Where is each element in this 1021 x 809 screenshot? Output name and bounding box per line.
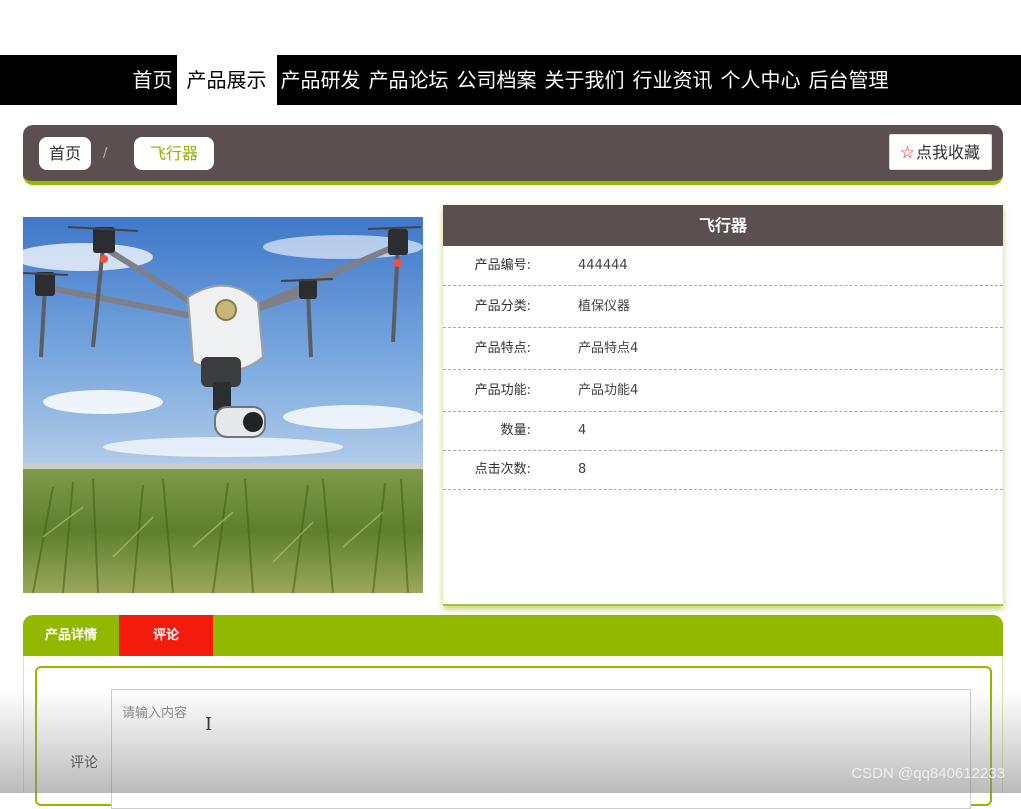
tab-comments[interactable]: 评论 (119, 615, 213, 656)
nav-item-product-forum[interactable]: 产品论坛 (365, 55, 453, 105)
comment-label: 评论 (70, 755, 98, 771)
field-value: 产品功能4 (578, 383, 639, 398)
nav-item-company-profile[interactable]: 公司档案 (453, 55, 541, 105)
breadcrumb-current: 飞行器 (134, 137, 215, 170)
field-label: 产品特点: (474, 341, 531, 356)
nav-item-product-showcase[interactable]: 产品展示 (176, 55, 277, 105)
nav-item-admin[interactable]: 后台管理 (805, 55, 893, 105)
text-cursor-icon: I (205, 714, 213, 735)
nav-item-home[interactable]: 首页 (129, 55, 177, 105)
product-info-panel: 飞行器 产品编号: 444444 产品分类: 植保仪器 产品特点: 产品特点4 … (443, 205, 1003, 606)
field-value: 8 (578, 462, 587, 477)
nav-item-personal-center[interactable]: 个人中心 (717, 55, 805, 105)
field-value: 产品特点4 (578, 341, 639, 356)
info-row-quantity: 数量: 4 (443, 412, 1003, 451)
field-label: 点击次数: (474, 462, 531, 477)
product-image (23, 217, 423, 593)
favorite-button-label: 点我收藏 (915, 143, 980, 162)
drone-photo (23, 217, 423, 593)
info-row-product-number: 产品编号: 444444 (443, 246, 1003, 286)
breadcrumb-separator: / (103, 146, 108, 161)
field-value: 植保仪器 (578, 299, 631, 314)
top-nav: 首页 产品展示 产品研发 产品论坛 公司档案 关于我们 行业资讯 个人中心 后台… (0, 55, 1021, 105)
info-row-features: 产品特点: 产品特点4 (443, 328, 1003, 370)
breadcrumb: 首页 / 飞行器 ☆点我收藏 (23, 125, 1003, 185)
tab-product-details[interactable]: 产品详情 (23, 615, 119, 656)
field-label: 产品分类: (474, 299, 531, 314)
star-icon: ☆ (899, 143, 915, 163)
info-row-category: 产品分类: 植保仪器 (443, 286, 1003, 328)
info-row-functions: 产品功能: 产品功能4 (443, 370, 1003, 412)
field-label: 数量: (500, 423, 531, 438)
nav-item-product-rd[interactable]: 产品研发 (277, 55, 365, 105)
watermark: CSDN @qq840612233 (851, 765, 1005, 782)
detail-tabs: 产品详情 评论 (23, 615, 1003, 656)
nav-item-industry-news[interactable]: 行业资讯 (629, 55, 717, 105)
product-title: 飞行器 (443, 205, 1003, 246)
breadcrumb-home-link[interactable]: 首页 (39, 137, 92, 170)
field-value: 4 (578, 423, 587, 438)
field-label: 产品编号: (474, 258, 531, 273)
nav-item-about-us[interactable]: 关于我们 (541, 55, 629, 105)
field-label: 产品功能: (474, 383, 531, 398)
comment-form: 评论 (35, 666, 992, 809)
field-value: 444444 (578, 258, 628, 273)
comment-input[interactable] (111, 689, 971, 809)
info-row-click-count: 点击次数: 8 (443, 451, 1003, 490)
favorite-button[interactable]: ☆点我收藏 (888, 134, 992, 170)
